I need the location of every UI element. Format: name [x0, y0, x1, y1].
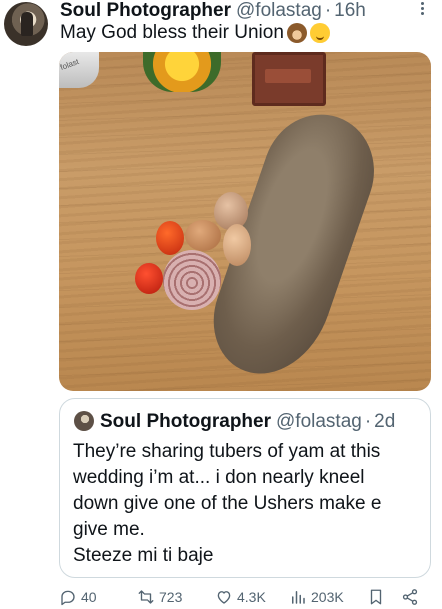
egg	[223, 224, 251, 266]
repost-button[interactable]: 723	[137, 588, 182, 606]
tweet-text: May God bless their Union	[60, 22, 330, 44]
view-count: 203K	[311, 589, 344, 605]
share-button[interactable]	[401, 588, 423, 606]
tweet-time[interactable]: 16h	[334, 0, 366, 22]
reply-count: 40	[81, 589, 97, 605]
quoted-text-line: They’re sharing tubers of yam at this	[73, 441, 381, 462]
quoted-author-handle: @folastag	[276, 411, 362, 432]
separator-dot: ·	[364, 411, 372, 432]
onion	[163, 250, 221, 310]
author-handle[interactable]: @folastag	[236, 0, 322, 22]
heart-icon	[217, 591, 231, 604]
quoted-time: 2d	[374, 411, 396, 432]
share-icon	[402, 589, 418, 605]
box-object	[252, 52, 326, 106]
more-icon[interactable]	[412, 0, 432, 20]
tomato	[156, 221, 184, 255]
author-avatar[interactable]	[4, 2, 48, 46]
views-button[interactable]: 203K	[289, 588, 344, 606]
tweet-header: Soul Photographer @folastag · 16h	[60, 0, 366, 22]
separator-dot: ·	[324, 0, 332, 21]
quoted-text-line: down give one of the Ushers make e	[73, 493, 382, 514]
repost-count: 723	[159, 589, 183, 605]
quoted-text-line: Steeze mi ti baje	[73, 545, 214, 566]
jar-object	[143, 52, 221, 92]
see-no-evil-monkey-emoji	[286, 23, 307, 43]
tweet-text-content: May God bless their Union	[60, 22, 284, 43]
like-count: 4.3K	[237, 589, 266, 605]
face-with-hand-over-mouth-emoji	[309, 23, 330, 43]
bookmark-button[interactable]	[367, 588, 389, 606]
reply-button[interactable]: 40	[59, 588, 97, 606]
quoted-header: Soul Photographer @folastag · 2d	[100, 411, 395, 433]
views-icon	[292, 591, 305, 604]
quoted-text-line: give me.	[73, 519, 145, 540]
quoted-author-name: Soul Photographer	[100, 411, 271, 432]
tomato	[135, 263, 163, 294]
reply-icon	[61, 590, 75, 606]
like-button[interactable]: 4.3K	[215, 588, 266, 606]
author-name[interactable]: Soul Photographer	[60, 0, 231, 22]
repost-icon	[138, 590, 154, 604]
egg	[214, 192, 248, 230]
tweet-photo[interactable]: folast	[59, 52, 431, 391]
quoted-author-avatar	[74, 411, 94, 431]
avatar-figure	[21, 12, 33, 36]
quoted-text-line: wedding i’m at... i don nearly kneel	[73, 467, 365, 488]
bookmark-icon	[370, 589, 382, 605]
quoted-tweet[interactable]: Soul Photographer @folastag · 2d They’re…	[59, 398, 431, 578]
egg	[185, 220, 221, 251]
quoted-text: They’re sharing tubers of yam at this we…	[73, 439, 423, 569]
action-bar: 40 723 4.3K 203K	[59, 588, 431, 608]
